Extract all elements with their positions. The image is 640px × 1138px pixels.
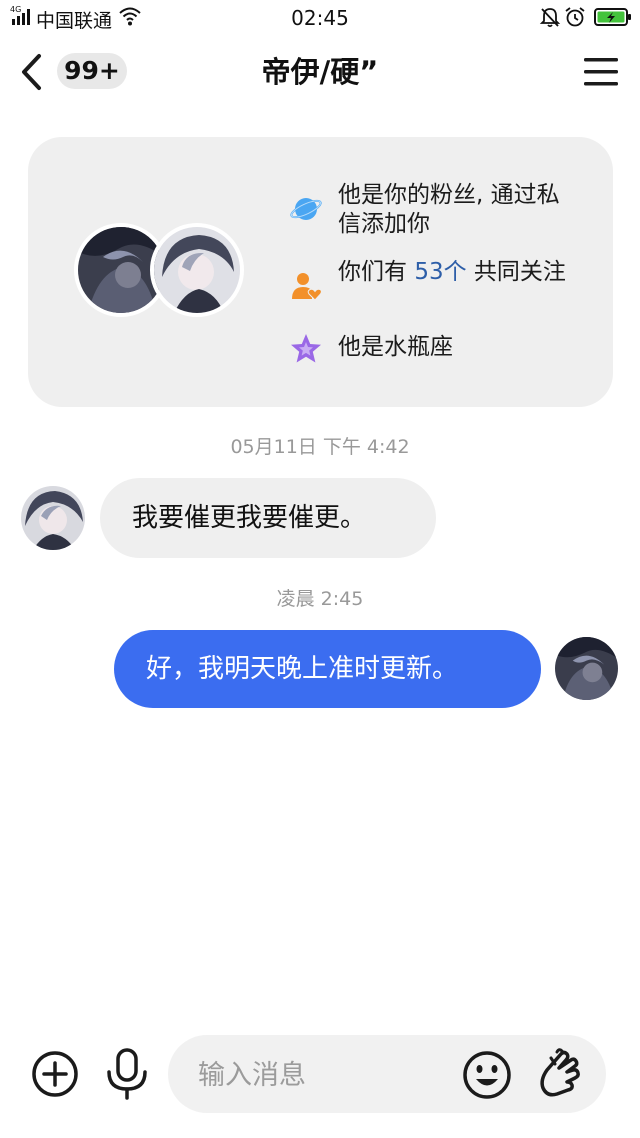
mutual-count-link[interactable]: 53个 (414, 259, 466, 285)
zodiac-text: 他是水瓶座 (338, 334, 453, 360)
back-button[interactable] (14, 52, 54, 92)
chat-title: 帝伊/硬” (261, 55, 379, 89)
mutual-follow-icon (292, 273, 322, 301)
mutual-text-before: 你们有 (338, 259, 407, 285)
contact-avatar[interactable] (21, 486, 85, 550)
star-icon (291, 334, 321, 363)
mutual-text-after: 共同关注 (466, 259, 566, 285)
profile-info-card[interactable]: 他是你的粉丝, 通过私信添加你 你们有 53个 共同关注 他是水瓶座 (28, 137, 613, 407)
menu-icon[interactable] (582, 56, 620, 88)
mute-bell-icon (539, 8, 561, 28)
message-timestamp: 凌晨 2:45 (276, 588, 364, 610)
battery-charging-icon (594, 8, 631, 26)
mutual-follow-text: 你们有 53个 共同关注 (338, 258, 568, 287)
message-timestamp: 05月11日 下午 4:42 (230, 436, 410, 458)
message-input[interactable] (196, 1035, 460, 1115)
finger-heart-icon[interactable] (537, 1048, 583, 1100)
planet-icon (290, 198, 322, 220)
emoji-icon[interactable] (462, 1050, 512, 1100)
alarm-icon (565, 7, 585, 27)
my-avatar[interactable] (555, 637, 618, 700)
fan-info-text: 他是你的粉丝, 通过私信添加你 (338, 182, 560, 237)
incoming-message-bubble[interactable]: 我要催更我要催更。 (100, 478, 436, 558)
unread-count-badge[interactable]: 99+ (57, 53, 127, 89)
status-bar: 4G 中国联通 02:45 (0, 0, 640, 36)
add-attachment-button[interactable] (31, 1050, 79, 1098)
outgoing-message-bubble[interactable]: 好，我明天晚上准时更新。 (114, 630, 541, 708)
my-avatar-card[interactable] (150, 223, 244, 317)
microphone-icon[interactable] (104, 1048, 150, 1100)
